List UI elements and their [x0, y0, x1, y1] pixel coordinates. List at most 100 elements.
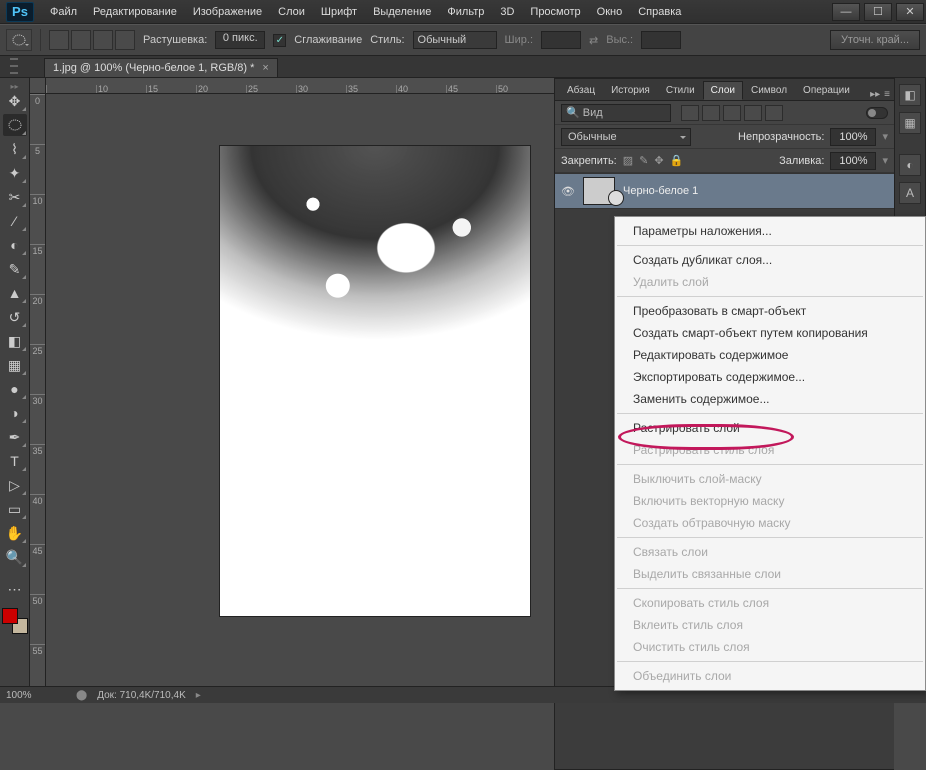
adjustments-panel-icon[interactable]: ◐ — [899, 154, 921, 176]
menu-select[interactable]: Выделение — [365, 0, 439, 24]
opacity-input[interactable]: 100% — [830, 128, 876, 146]
lock-position-icon[interactable]: ✥ — [654, 154, 663, 167]
ruler-vertical[interactable]: 0510152025303540455055 — [30, 94, 46, 686]
tool-healing[interactable]: ◐ — [3, 234, 27, 256]
feather-input[interactable]: 0 пикс. — [215, 31, 265, 49]
tool-eyedropper[interactable]: ⁄ — [3, 210, 27, 232]
tab-layers[interactable]: Слои — [703, 81, 743, 100]
tool-brush[interactable]: ✎ — [3, 258, 27, 280]
lock-all-icon[interactable]: 🔒 — [670, 154, 684, 167]
styles-panel-icon[interactable]: A — [899, 182, 921, 204]
tool-move[interactable]: ✥ — [3, 90, 27, 112]
menu-help[interactable]: Справка — [630, 0, 689, 24]
swatches-panel-icon[interactable]: ▦ — [899, 112, 921, 134]
tool-marquee[interactable] — [3, 114, 27, 136]
close-tab-icon[interactable]: × — [262, 62, 268, 74]
selection-new[interactable] — [49, 30, 69, 50]
menu-type[interactable]: Шрифт — [313, 0, 365, 24]
swap-dims-icon[interactable]: ⇄ — [589, 34, 598, 47]
filter-shape-icon[interactable] — [744, 105, 762, 121]
context-menu-item[interactable]: Параметры наложения... — [615, 220, 925, 242]
menu-edit[interactable]: Редактирование — [85, 0, 185, 24]
panel-menu-icon[interactable]: ≡ — [884, 89, 890, 100]
tool-stamp[interactable]: ▲ — [3, 282, 27, 304]
menu-image[interactable]: Изображение — [185, 0, 270, 24]
context-menu-item[interactable]: Растрировать слой — [615, 417, 925, 439]
tool-blur[interactable]: ● — [3, 378, 27, 400]
tool-preset-dropdown[interactable] — [6, 29, 32, 51]
tool-gradient[interactable]: ▦ — [3, 354, 27, 376]
layer-filter-row: 🔍 Вид — [555, 101, 894, 125]
fill-scrub-icon[interactable]: ▾ — [882, 154, 888, 167]
fill-input[interactable]: 100% — [830, 152, 876, 170]
filter-type-icon[interactable] — [723, 105, 741, 121]
tool-history-brush[interactable]: ↺ — [3, 306, 27, 328]
tool-wand[interactable]: ✦ — [3, 162, 27, 184]
tab-history[interactable]: История — [603, 81, 658, 100]
layer-row[interactable]: 👁 Черно-белое 1 — [555, 173, 894, 209]
lock-pixels-icon[interactable]: ✎ — [639, 154, 648, 167]
minimize-button[interactable]: — — [832, 3, 860, 21]
layer-thumbnail[interactable] — [583, 177, 615, 205]
filter-pixel-icon[interactable] — [681, 105, 699, 121]
tool-rectangle[interactable]: ▭ — [3, 498, 27, 520]
filter-smart-icon[interactable] — [765, 105, 783, 121]
panel-more-icon[interactable]: ▸▸ — [870, 89, 880, 100]
tool-path-select[interactable]: ▷ — [3, 474, 27, 496]
selection-subtract[interactable] — [93, 30, 113, 50]
selection-intersect[interactable] — [115, 30, 135, 50]
blend-mode-select[interactable]: Обычные — [561, 128, 691, 146]
menu-window[interactable]: Окно — [589, 0, 631, 24]
menu-filter[interactable]: Фильтр — [439, 0, 492, 24]
menu-file[interactable]: Файл — [42, 0, 85, 24]
edit-toolbar-icon[interactable]: ⋯ — [3, 578, 27, 600]
filter-adjust-icon[interactable] — [702, 105, 720, 121]
tab-character[interactable]: Символ — [743, 81, 795, 100]
close-button[interactable]: ✕ — [896, 3, 924, 21]
filter-toggle[interactable] — [866, 107, 888, 119]
dock-handle[interactable] — [10, 58, 18, 74]
layer-name-label[interactable]: Черно-белое 1 — [623, 185, 698, 197]
zoom-field[interactable]: 100% — [6, 690, 66, 701]
doc-size-label[interactable]: Док: 710,4K/710,4K — [97, 690, 186, 701]
menu-3d[interactable]: 3D — [492, 0, 522, 24]
menu-view[interactable]: Просмотр — [522, 0, 588, 24]
document-tab[interactable]: 1.jpg @ 100% (Черно-белое 1, RGB/8) * × — [44, 58, 278, 77]
tool-dodge[interactable]: ◑ — [3, 402, 27, 424]
context-menu-item[interactable]: Редактировать содержимое — [615, 344, 925, 366]
tool-eraser[interactable]: ◧ — [3, 330, 27, 352]
ruler-origin[interactable] — [30, 78, 46, 94]
doc-profile-icon[interactable]: ⬤ — [76, 690, 87, 701]
antialias-checkbox[interactable]: ✓ — [273, 34, 286, 47]
status-arrow-icon[interactable]: ▸ — [196, 690, 201, 701]
context-menu-item[interactable]: Заменить содержимое... — [615, 388, 925, 410]
tool-lasso[interactable]: ⌇ — [3, 138, 27, 160]
maximize-button[interactable]: ☐ — [864, 3, 892, 21]
tab-styles[interactable]: Стили — [658, 81, 703, 100]
context-menu-item[interactable]: Создать дубликат слоя... — [615, 249, 925, 271]
visibility-toggle-icon[interactable]: 👁 — [561, 185, 575, 198]
menu-layer[interactable]: Слои — [270, 0, 313, 24]
selection-add[interactable] — [71, 30, 91, 50]
style-label: Стиль: — [370, 34, 404, 46]
tool-pen[interactable]: ✒ — [3, 426, 27, 448]
context-menu-item[interactable]: Создать смарт-объект путем копирования — [615, 322, 925, 344]
color-swatches[interactable] — [2, 608, 28, 634]
refine-edge-button[interactable]: Уточн. край... — [830, 30, 920, 50]
tool-hand[interactable]: ✋ — [3, 522, 27, 544]
canvas-document[interactable] — [220, 146, 530, 616]
tab-actions[interactable]: Операции — [795, 81, 858, 100]
opacity-scrub-icon[interactable]: ▾ — [882, 130, 888, 143]
lock-transparency-icon[interactable]: ▨ — [623, 154, 633, 167]
tab-paragraph[interactable]: Абзац — [559, 81, 603, 100]
tool-crop[interactable]: ✂ — [3, 186, 27, 208]
foreground-color-swatch[interactable] — [2, 608, 18, 624]
tool-zoom[interactable]: 🔍 — [3, 546, 27, 568]
context-menu-item[interactable]: Экспортировать содержимое... — [615, 366, 925, 388]
color-panel-icon[interactable]: ◧ — [899, 84, 921, 106]
style-select[interactable]: Обычный — [413, 31, 497, 49]
window-controls: — ☐ ✕ — [830, 3, 926, 21]
layer-filter-type[interactable]: 🔍 Вид — [561, 104, 671, 122]
context-menu-item[interactable]: Преобразовать в смарт-объект — [615, 300, 925, 322]
tool-type[interactable]: T — [3, 450, 27, 472]
